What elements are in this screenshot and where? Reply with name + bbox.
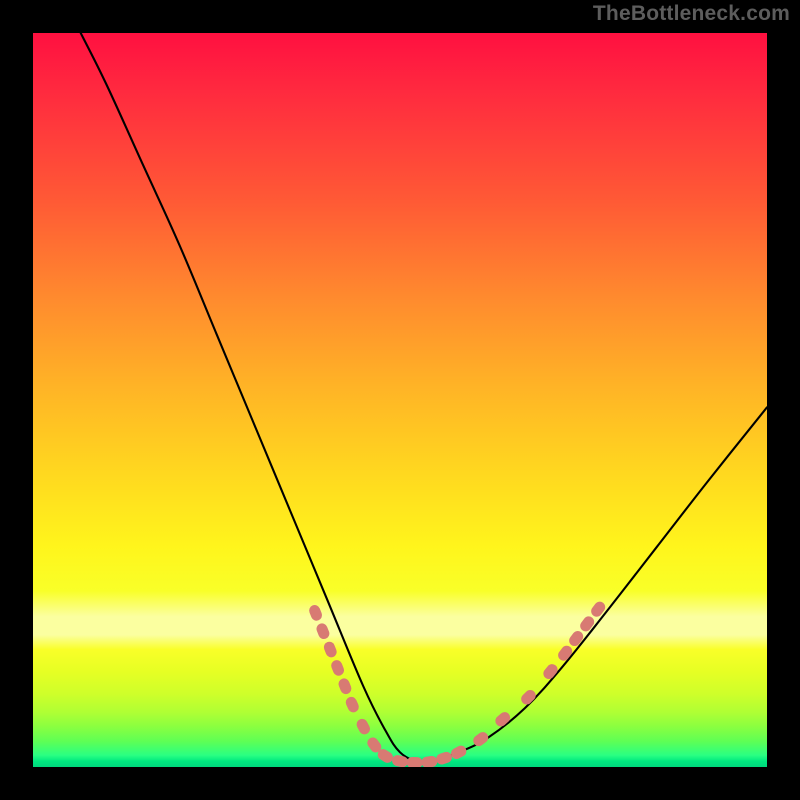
highlight-dot [308, 603, 324, 622]
highlight-dot [315, 622, 331, 641]
highlight-dot [449, 744, 468, 761]
highlight-dot [541, 662, 560, 681]
chart-svg [33, 33, 767, 767]
highlight-dot [567, 629, 585, 648]
highlight-dot [493, 710, 512, 729]
plot-area [33, 33, 767, 767]
highlight-dot [519, 688, 538, 707]
highlight-dot [344, 695, 361, 714]
highlight-dot [355, 717, 372, 736]
highlight-dot [330, 658, 346, 677]
watermark-text: TheBottleneck.com [593, 2, 790, 26]
highlight-dots [308, 599, 608, 767]
highlight-dot [589, 599, 607, 618]
highlight-dot [421, 755, 438, 767]
highlight-dot [578, 614, 596, 633]
chart-frame: TheBottleneck.com [0, 0, 800, 800]
highlight-dot [556, 644, 575, 663]
highlight-dot [337, 677, 353, 696]
highlight-dot [435, 750, 454, 765]
right-curve [418, 407, 767, 763]
highlight-dot [322, 640, 338, 659]
highlight-dot [407, 757, 423, 767]
left-curve [81, 33, 419, 763]
